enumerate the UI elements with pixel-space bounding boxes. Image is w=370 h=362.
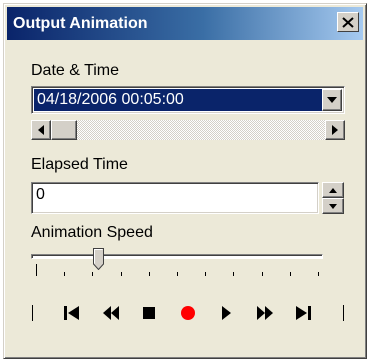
window-title: Output Animation bbox=[13, 15, 148, 32]
slider-tick bbox=[121, 272, 122, 276]
animation-speed-slider[interactable] bbox=[31, 248, 323, 282]
slider-tick bbox=[92, 272, 93, 276]
chevron-down-icon bbox=[329, 203, 337, 209]
animation-speed-label: Animation Speed bbox=[31, 224, 153, 241]
slider-tick bbox=[36, 264, 37, 276]
slider-tick bbox=[64, 272, 65, 276]
date-time-scrollbar[interactable] bbox=[31, 120, 345, 140]
stop-button[interactable] bbox=[136, 301, 162, 325]
skip-to-start-icon bbox=[64, 306, 79, 320]
elapsed-time-spin-down[interactable] bbox=[322, 198, 344, 214]
elapsed-time-label: Elapsed Time bbox=[31, 156, 128, 173]
elapsed-time-field[interactable]: 0 bbox=[31, 182, 319, 214]
controls-separator-right bbox=[343, 305, 344, 321]
close-icon bbox=[342, 16, 354, 28]
elapsed-time-value: 0 bbox=[36, 186, 45, 203]
slider-tick bbox=[318, 272, 319, 276]
date-time-combobox[interactable]: 04/18/2006 00:05:00 bbox=[31, 86, 345, 114]
play-button[interactable] bbox=[213, 301, 239, 325]
date-time-label: Date & Time bbox=[31, 62, 120, 79]
play-icon bbox=[222, 306, 231, 320]
arrow-right-icon bbox=[332, 125, 338, 135]
skip-to-end-icon bbox=[296, 306, 311, 320]
slider-tick bbox=[233, 272, 234, 276]
slider-tick bbox=[149, 272, 150, 276]
go-to-start-button[interactable] bbox=[59, 301, 85, 325]
scroll-thumb[interactable] bbox=[51, 120, 77, 140]
scroll-left-button[interactable] bbox=[31, 120, 51, 140]
slider-thumb-shape bbox=[93, 248, 104, 271]
slider-thumb[interactable] bbox=[93, 248, 104, 271]
controls-separator-left bbox=[32, 305, 33, 321]
slider-tick bbox=[177, 272, 178, 276]
scroll-right-button[interactable] bbox=[325, 120, 345, 140]
slider-tick bbox=[290, 272, 291, 276]
fast-rewind-icon bbox=[103, 306, 119, 320]
record-button[interactable] bbox=[175, 301, 201, 325]
fast-forward-button[interactable] bbox=[252, 301, 278, 325]
slider-tick bbox=[205, 272, 206, 276]
title-bar[interactable]: Output Animation bbox=[7, 7, 363, 40]
date-time-value: 04/18/2006 00:05:00 bbox=[34, 89, 322, 111]
record-icon bbox=[181, 306, 195, 320]
go-to-end-button[interactable] bbox=[290, 301, 316, 325]
fast-forward-icon bbox=[257, 306, 273, 320]
chevron-down-icon bbox=[327, 97, 337, 103]
close-button[interactable] bbox=[337, 12, 359, 32]
arrow-left-icon bbox=[38, 125, 44, 135]
rewind-button[interactable] bbox=[98, 301, 124, 325]
elapsed-time-spin-up[interactable] bbox=[322, 182, 344, 198]
slider-tick bbox=[262, 272, 263, 276]
date-time-dropdown-button[interactable] bbox=[322, 89, 342, 111]
output-animation-dialog: Output Animation Date & Time 04/18/2006 … bbox=[3, 3, 367, 359]
stop-icon bbox=[143, 307, 155, 319]
slider-channel bbox=[31, 254, 323, 259]
chevron-up-icon bbox=[329, 187, 337, 193]
